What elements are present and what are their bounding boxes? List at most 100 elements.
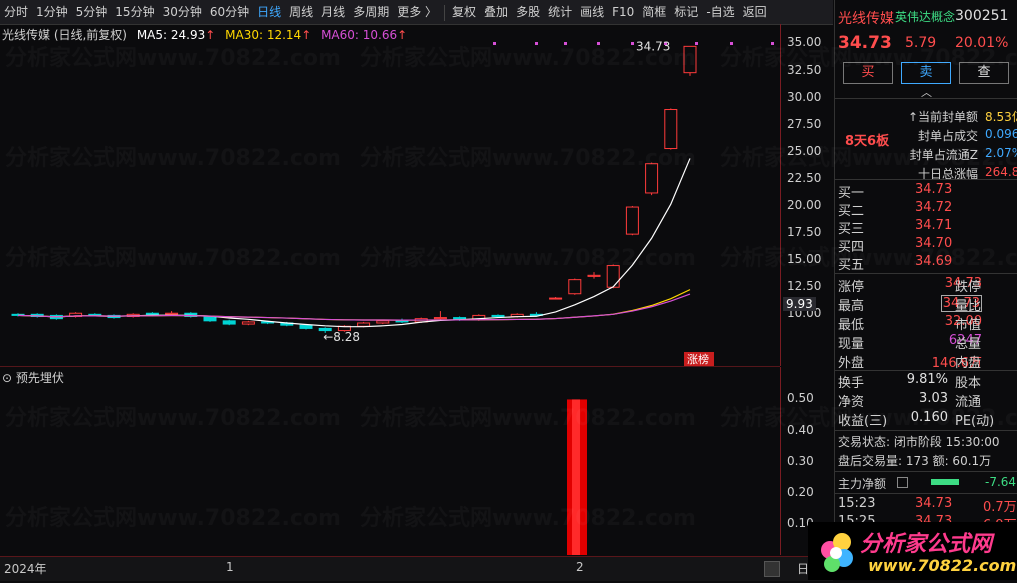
tick-volume: 0.7万 — [983, 500, 1017, 515]
scroll-button[interactable] — [764, 561, 780, 577]
panel-divider — [835, 471, 1017, 472]
stat-right-label: 量比 — [955, 299, 982, 314]
signal-dot — [631, 42, 634, 45]
candle[interactable] — [606, 264, 620, 289]
price-axis-label: 15.00 — [787, 252, 822, 267]
indicator-axis-label: 0.40 — [787, 422, 814, 437]
candle[interactable] — [683, 45, 697, 76]
candle[interactable] — [625, 205, 639, 236]
candle[interactable] — [395, 318, 409, 323]
month-1-label: 1 — [226, 560, 234, 574]
tool-button-1[interactable]: 叠加 — [480, 0, 512, 24]
price-change: 5.79 — [905, 35, 937, 51]
stat-right-label: 跌停 — [955, 280, 982, 295]
stat-value: 0.160 — [910, 410, 948, 425]
candle[interactable] — [587, 272, 601, 279]
period-tab-3[interactable]: 15分钟 — [111, 0, 158, 24]
bid-row[interactable]: 买四 34.70 — [835, 236, 1017, 255]
query-button[interactable]: 查 — [959, 62, 1009, 84]
bid-row[interactable]: 买二 34.72 — [835, 200, 1017, 219]
indicator-title[interactable]: ⊙ 预先埋伏 — [2, 369, 64, 386]
candle[interactable] — [433, 311, 447, 320]
after-hours-volume: 盘后交易量: 173 额: 60.1万 — [838, 454, 992, 468]
bid-row[interactable]: 买一 34.73 — [835, 182, 1017, 201]
sell-button[interactable]: 卖 — [901, 62, 951, 84]
stat-label: 最高 — [838, 299, 865, 314]
tick-row: 15:23 34.73 0.7万 — [835, 496, 1017, 515]
toolbar-divider — [444, 4, 446, 21]
bid-label: 买一 — [838, 186, 865, 201]
seal-row: 封单占成交 0.096 — [835, 127, 1017, 145]
tool-button-0[interactable]: 复权 — [448, 0, 480, 24]
candle[interactable] — [241, 320, 255, 326]
time-axis: 2024年 1 2 日 — [0, 556, 833, 581]
kline-svg[interactable]: 34.73 ←8.28 涨榜 — [0, 24, 780, 366]
stat-row: 外盘 146.6万 内盘 — [835, 352, 1017, 371]
tool-button-7[interactable]: 标记 — [670, 0, 702, 24]
candle[interactable] — [645, 162, 659, 196]
candle[interactable] — [664, 108, 678, 150]
tool-button-3[interactable]: 统计 — [544, 0, 576, 24]
ma5-label: MA5: 24.93↑ — [136, 28, 216, 42]
bid-row[interactable]: 买三 34.71 — [835, 218, 1017, 237]
price-axis: 35.00 32.50 30.00 27.50 25.00 22.50 20.00 17.50… — [780, 24, 834, 366]
indicator-svg[interactable] — [0, 367, 780, 555]
stock-name: 光线传媒 — [838, 11, 894, 27]
period-tab-10[interactable]: 更多 〉 — [393, 0, 441, 24]
collapse-icon[interactable]: ⊙ — [2, 371, 12, 385]
panel-divider — [835, 430, 1017, 431]
tool-button-9[interactable]: 返回 — [739, 0, 771, 24]
period-tab-2[interactable]: 5分钟 — [72, 0, 112, 24]
ma-legend: 光线传媒 (日线,前复权) MA5: 24.93↑ MA30: 12.14↑ M… — [2, 26, 413, 42]
main-flow-label: 主力净额 — [838, 477, 887, 491]
kline-chart[interactable]: 34.73 ←8.28 涨榜 — [0, 24, 780, 367]
tool-button-6[interactable]: 简框 — [638, 0, 670, 24]
flow-bar — [931, 479, 959, 485]
stat-row: 最低 32.00 市值 — [835, 314, 1017, 333]
period-tab-8[interactable]: 月线 — [317, 0, 349, 24]
stat-row: 收益(三) 0.160 PE(动) — [835, 410, 1017, 429]
last-price: 34.73 — [838, 33, 892, 53]
period-tab-1[interactable]: 1分钟 — [32, 0, 72, 24]
period-tab-9[interactable]: 多周期 — [349, 0, 393, 24]
quote-panel: 光线传媒 英伟达概念 300251 34.73 5.79 20.01% 买卖查 ︿ 8天6板 ↑当… — [834, 0, 1017, 580]
bid-label: 买三 — [838, 222, 865, 237]
period-tab-5[interactable]: 60分钟 — [206, 0, 253, 24]
period-tab-7[interactable]: 周线 — [285, 0, 317, 24]
panel-divider — [835, 370, 1017, 371]
ma30-label: MA30: 12.14↑ — [225, 28, 312, 42]
indicator-chart[interactable] — [0, 367, 780, 555]
indicator-axis-label: 0.20 — [787, 484, 814, 499]
price-axis-label: 27.50 — [787, 116, 822, 131]
tool-button-8[interactable]: -自选 — [702, 0, 738, 24]
panel-divider — [835, 493, 1017, 494]
bid-label: 买四 — [838, 240, 865, 255]
ma5-line — [17, 158, 691, 328]
candle[interactable] — [222, 319, 236, 326]
stat-right-label: 股本 — [955, 376, 982, 391]
main-flow-value: -7.64 — [985, 475, 1017, 489]
price-axis-label: 17.50 — [787, 225, 822, 240]
indicator-name: 预先埋伏 — [15, 371, 64, 385]
tool-button-5[interactable]: F10 — [608, 0, 638, 24]
low-annotation: ←8.28 — [323, 330, 360, 344]
price-axis-label: 20.00 — [787, 197, 822, 212]
buy-button[interactable]: 买 — [843, 62, 893, 84]
concept-tag[interactable]: 英伟达概念 — [895, 8, 955, 25]
bid-price: 34.72 — [915, 200, 953, 215]
candle[interactable] — [69, 312, 83, 318]
bid-row[interactable]: 买五 34.69 — [835, 254, 1017, 273]
flow-detail-icon[interactable] — [897, 477, 908, 488]
period-tab-6[interactable]: 日线 — [253, 0, 285, 24]
tool-button-2[interactable]: 多股 — [512, 0, 544, 24]
seal-value: 8.53亿 — [985, 110, 1017, 124]
bid-price: 34.69 — [915, 254, 953, 269]
period-tab-0[interactable]: 分时 — [0, 0, 32, 24]
panel-divider — [835, 179, 1017, 180]
tool-button-4[interactable]: 画线 — [576, 0, 608, 24]
period-toolbar: 分时 1分钟 5分钟 15分钟 30分钟 60分钟 日线 周线 月线 多周期 更多 〉复权 叠加 多股统… — [0, 0, 833, 25]
candle[interactable] — [568, 278, 582, 295]
candle[interactable] — [549, 296, 563, 300]
period-tab-4[interactable]: 30分钟 — [159, 0, 206, 24]
bid-label: 买二 — [838, 204, 865, 219]
